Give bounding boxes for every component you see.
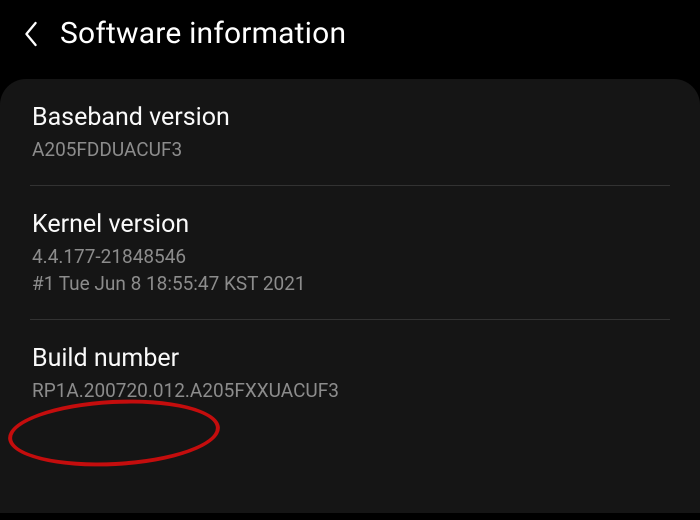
item-value: A205FDDUACUF3	[32, 136, 668, 164]
list-item-kernel-version[interactable]: Kernel version 4.4.177-21848546 #1 Tue J…	[0, 186, 700, 320]
item-title: Baseband version	[32, 103, 668, 132]
list-item-build-number[interactable]: Build number RP1A.200720.012.A205FXXUACU…	[0, 320, 700, 427]
item-value-line2: #1 Tue Jun 8 18:55:47 KST 2021	[32, 270, 668, 298]
page-title: Software information	[60, 16, 346, 51]
item-value: RP1A.200720.012.A205FXXUACUF3	[32, 377, 668, 405]
item-title: Build number	[32, 344, 668, 373]
back-icon[interactable]	[20, 18, 42, 50]
list-item-baseband-version[interactable]: Baseband version A205FDDUACUF3	[0, 79, 700, 186]
item-value-line1: 4.4.177-21848546	[32, 243, 668, 271]
settings-list: Baseband version A205FDDUACUF3 Kernel ve…	[0, 79, 700, 513]
item-title: Kernel version	[32, 210, 668, 239]
app-header: Software information	[0, 0, 700, 79]
